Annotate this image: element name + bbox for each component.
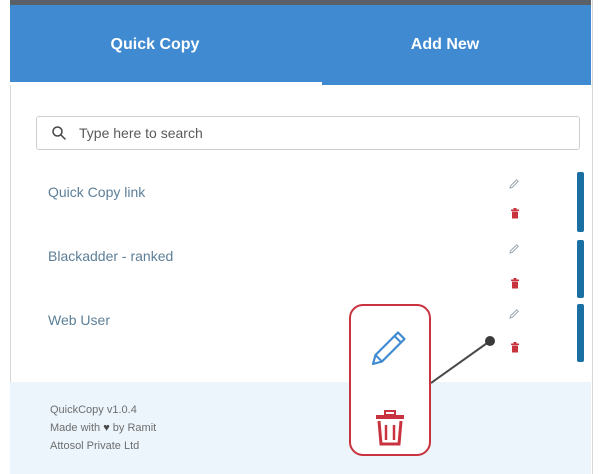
list-item[interactable]: Web User: [48, 312, 110, 328]
made-with-suffix: by Ramit: [112, 422, 157, 434]
trash-icon[interactable]: [510, 208, 520, 219]
trash-icon: [376, 410, 404, 446]
pencil-icon: [371, 331, 406, 366]
list-item[interactable]: Blackadder - ranked: [48, 248, 173, 264]
tab-bar: Quick Copy Add New: [10, 5, 591, 85]
tab-label: Quick Copy: [110, 36, 200, 53]
tab-add-new[interactable]: Add New: [300, 5, 590, 85]
made-with-text: Made with ♥ by Ramit: [50, 422, 156, 434]
item-side-bar: [577, 240, 584, 298]
pencil-icon[interactable]: [508, 308, 520, 320]
tab-label: Add New: [410, 36, 480, 53]
company-text: Attosol Private Ltd: [50, 440, 140, 452]
version-text: QuickCopy v1.0.4: [50, 404, 137, 416]
active-tab-indicator: [10, 82, 322, 85]
heart-icon: ♥: [103, 422, 110, 434]
trash-icon[interactable]: [510, 342, 520, 353]
search-icon: [52, 126, 66, 140]
item-side-bar: [577, 172, 584, 232]
search-box: [36, 116, 580, 150]
trash-icon[interactable]: [510, 278, 520, 289]
footer: QuickCopy v1.0.4 Made with ♥ by Ramit At…: [10, 382, 591, 474]
item-side-bar: [577, 304, 584, 362]
list-item[interactable]: Quick Copy link: [48, 184, 145, 200]
made-with-prefix: Made with: [50, 422, 101, 434]
pencil-icon[interactable]: [508, 243, 520, 255]
tab-quick-copy[interactable]: Quick Copy: [10, 5, 300, 85]
icon-callout: [349, 304, 431, 456]
pencil-icon[interactable]: [508, 178, 520, 190]
search-input[interactable]: [79, 117, 559, 149]
